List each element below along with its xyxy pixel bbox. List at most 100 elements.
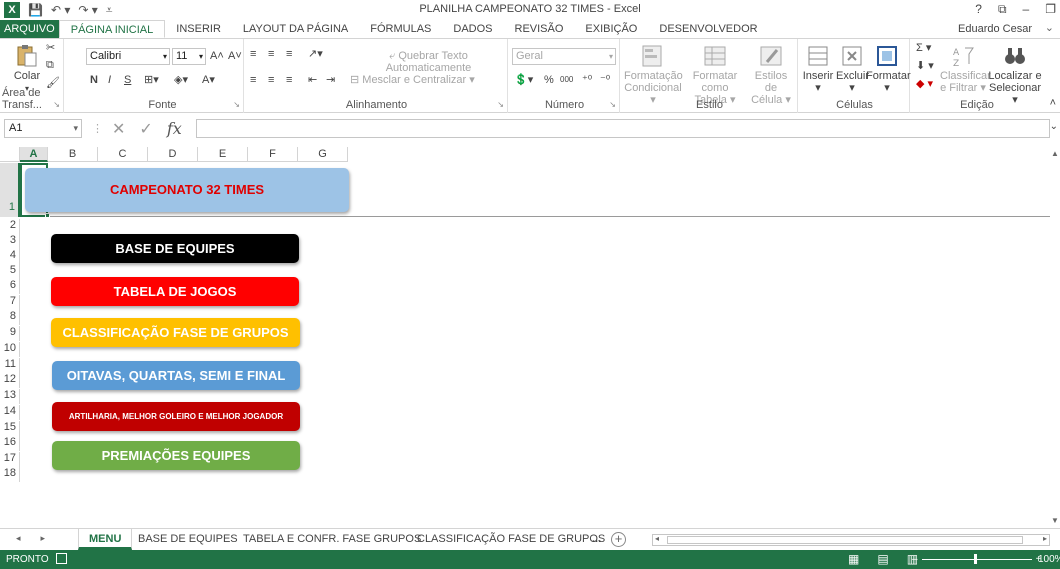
bold-button[interactable]: N <box>90 74 98 86</box>
sheet-tab-menu[interactable]: MENU <box>78 529 133 550</box>
vertical-scrollbar[interactable]: ▲ ▼ <box>1050 147 1060 527</box>
zoom-knob[interactable] <box>973 554 977 564</box>
account-chevron-icon[interactable]: ⌄ <box>1045 21 1054 34</box>
font-size-field[interactable]: 11 ▾ <box>172 48 206 65</box>
scroll-left-icon[interactable]: ◂ <box>655 534 659 543</box>
tab-arquivo[interactable]: ARQUIVO <box>0 20 59 38</box>
alignment-launcher-icon[interactable]: ↘ <box>497 100 504 109</box>
zoom-track[interactable] <box>921 554 1032 564</box>
name-box[interactable]: A1 ▾ <box>4 119 82 138</box>
cell-styles-button[interactable]: Estilos de Célula ▾ <box>748 44 794 106</box>
base-de-equipes-button[interactable]: BASE DE EQUIPES <box>51 234 299 263</box>
more-sheets-button[interactable]: ... <box>582 529 611 550</box>
merge-center-button[interactable]: ⊟ Mesclar e Centralizar ▾ <box>350 74 475 86</box>
formula-input[interactable] <box>196 119 1050 138</box>
row-header-5[interactable]: 5 <box>0 264 20 279</box>
worksheet-grid[interactable]: A B C D E F G 1 2 3 4 5 6 7 8 9 10 11 12… <box>0 147 1060 527</box>
expand-formula-bar-icon[interactable]: ⌄ <box>1050 121 1058 132</box>
row-header-7[interactable]: 7 <box>0 295 20 310</box>
column-header-f[interactable]: F <box>248 147 298 162</box>
wrap-text-button[interactable]: ⤶ Quebrar Texto Automaticamente <box>350 50 507 74</box>
scroll-down-icon[interactable]: ▼ <box>1051 516 1059 525</box>
next-sheet-icon[interactable]: ▸ <box>41 533 46 544</box>
row-header-1[interactable]: 1 <box>0 163 20 217</box>
sort-filter-button[interactable]: AZ Classificar e Filtrar ▾ <box>940 44 991 94</box>
tab-revisao[interactable]: REVISÃO <box>504 20 575 38</box>
increase-decimal-icon[interactable]: ⁺⁰ <box>582 74 592 86</box>
row-header-2[interactable]: 2 <box>0 219 20 234</box>
align-right-icon[interactable]: ≡ <box>286 74 292 86</box>
column-header-e[interactable]: E <box>198 147 248 162</box>
conditional-formatting-button[interactable]: Formatação Condicional ▾ <box>624 44 683 106</box>
insert-cells-button[interactable]: Inserir ▾ <box>802 44 834 94</box>
shrink-font-icon[interactable]: A˅ <box>228 50 242 62</box>
horizontal-scroll-thumb[interactable] <box>667 536 1023 544</box>
tab-pagina-inicial[interactable]: PÁGINA INICIAL <box>58 20 166 38</box>
format-cells-button[interactable]: Formatar ▾ <box>866 44 911 94</box>
clipboard-launcher-icon[interactable]: ↘ <box>53 100 60 109</box>
cut-icon[interactable]: ✂ <box>46 42 55 54</box>
format-as-table-button[interactable]: Formatar como Tabela ▾ <box>682 44 748 106</box>
row-header-11[interactable]: 11 <box>0 358 20 373</box>
column-header-g[interactable]: G <box>298 147 348 162</box>
ribbon-display-icon[interactable]: ⧉ <box>998 2 1007 17</box>
column-header-b[interactable]: B <box>48 147 98 162</box>
sheet-tab-tabela-confr[interactable]: TABELA E CONFR. FASE GRUPOS <box>233 529 431 550</box>
sheet-tab-base-de-equipes[interactable]: BASE DE EQUIPES <box>128 529 248 550</box>
oitavas-quartas-semi-final-button[interactable]: OITAVAS, QUARTAS, SEMI E FINAL <box>52 361 300 390</box>
autosum-icon[interactable]: Σ ▾ <box>916 42 931 54</box>
borders-icon[interactable]: ⊞▾ <box>144 74 159 86</box>
row-header-3[interactable]: 3 <box>0 234 20 249</box>
zoom-level[interactable]: 100% <box>1038 554 1060 565</box>
macro-recording-icon[interactable] <box>56 553 67 564</box>
tab-desenvolvedor[interactable]: DESENVOLVEDOR <box>648 20 768 38</box>
decrease-indent-icon[interactable]: ⇤ <box>308 74 317 86</box>
premiacoes-equipes-button[interactable]: PREMIAÇÕES EQUIPES <box>52 441 300 470</box>
find-select-button[interactable]: Localizar e Selecionar ▾ <box>988 44 1042 106</box>
align-left-icon[interactable]: ≡ <box>250 74 256 86</box>
help-icon[interactable]: ? <box>975 2 982 17</box>
percent-button[interactable]: % <box>544 74 554 86</box>
row-header-15[interactable]: 15 <box>0 421 20 436</box>
enter-icon[interactable]: ✓ <box>139 119 152 139</box>
align-middle-icon[interactable]: ≡ <box>268 48 274 60</box>
number-format-field[interactable]: Geral ▾ <box>512 48 616 65</box>
tab-layout-da-pagina[interactable]: LAYOUT DA PÁGINA <box>232 20 359 38</box>
column-header-c[interactable]: C <box>98 147 148 162</box>
cancel-icon[interactable]: ✕ <box>112 119 125 139</box>
row-header-10[interactable]: 10 <box>0 342 20 357</box>
tab-inserir[interactable]: INSERIR <box>165 20 232 38</box>
tabela-de-jogos-button[interactable]: TABELA DE JOGOS <box>51 277 299 306</box>
scroll-up-icon[interactable]: ▲ <box>1051 149 1059 158</box>
user-name[interactable]: Eduardo Cesar <box>958 23 1032 35</box>
underline-button[interactable]: S <box>124 74 131 86</box>
zoom-out-icon[interactable]: – <box>912 554 918 565</box>
artilharia-goleiro-jogador-button[interactable]: ARTILHARIA, MELHOR GOLEIRO E MELHOR JOGA… <box>52 402 300 431</box>
font-color-icon[interactable]: A▾ <box>202 74 215 86</box>
clear-icon[interactable]: ◆ ▾ <box>916 78 933 90</box>
row-header-4[interactable]: 4 <box>0 249 20 264</box>
row-header-17[interactable]: 17 <box>0 452 20 467</box>
currency-icon[interactable]: 💲▾ <box>514 74 533 86</box>
row-header-14[interactable]: 14 <box>0 405 20 420</box>
zoom-slider[interactable]: – + <box>912 554 1041 565</box>
align-bottom-icon[interactable]: ≡ <box>286 48 292 60</box>
fill-color-icon[interactable]: ◈▾ <box>174 74 188 86</box>
minimize-icon[interactable]: – <box>1023 2 1030 17</box>
row-header-6[interactable]: 6 <box>0 279 20 294</box>
page-layout-view-icon[interactable]: ▤ <box>877 552 888 566</box>
row-header-9[interactable]: 9 <box>0 326 20 341</box>
normal-view-icon[interactable]: ▦ <box>848 552 859 566</box>
classificacao-fase-de-grupos-button[interactable]: CLASSIFICAÇÃO FASE DE GRUPOS <box>51 318 300 347</box>
fill-handle[interactable] <box>45 213 50 218</box>
italic-button[interactable]: I <box>108 74 111 86</box>
align-center-icon[interactable]: ≡ <box>268 74 274 86</box>
insert-function-button[interactable]: fx <box>167 119 182 139</box>
tab-formulas[interactable]: FÓRMULAS <box>359 20 442 38</box>
copy-icon[interactable]: ⧉ <box>46 59 54 71</box>
delete-cells-button[interactable]: Excluir ▾ <box>836 44 869 94</box>
decrease-decimal-icon[interactable]: ⁻⁰ <box>600 74 610 86</box>
font-name-field[interactable]: Calibri ▾ <box>86 48 170 65</box>
horizontal-scrollbar[interactable]: ◂ ▸ <box>652 534 1050 546</box>
row-header-13[interactable]: 13 <box>0 389 20 404</box>
